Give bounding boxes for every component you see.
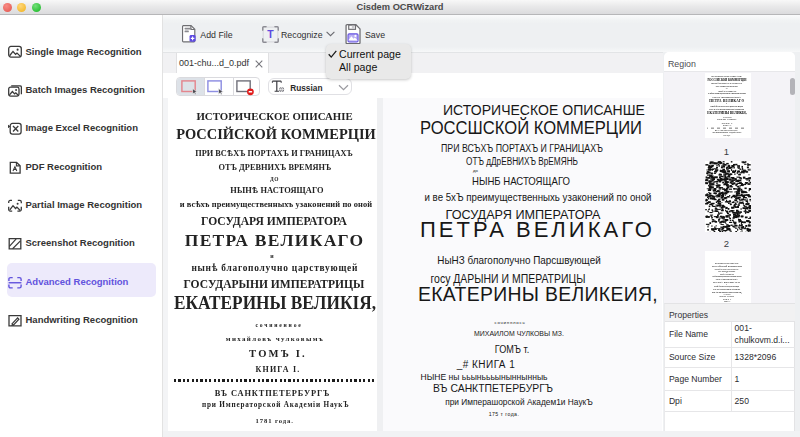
svg-text:T: T: [267, 28, 274, 40]
